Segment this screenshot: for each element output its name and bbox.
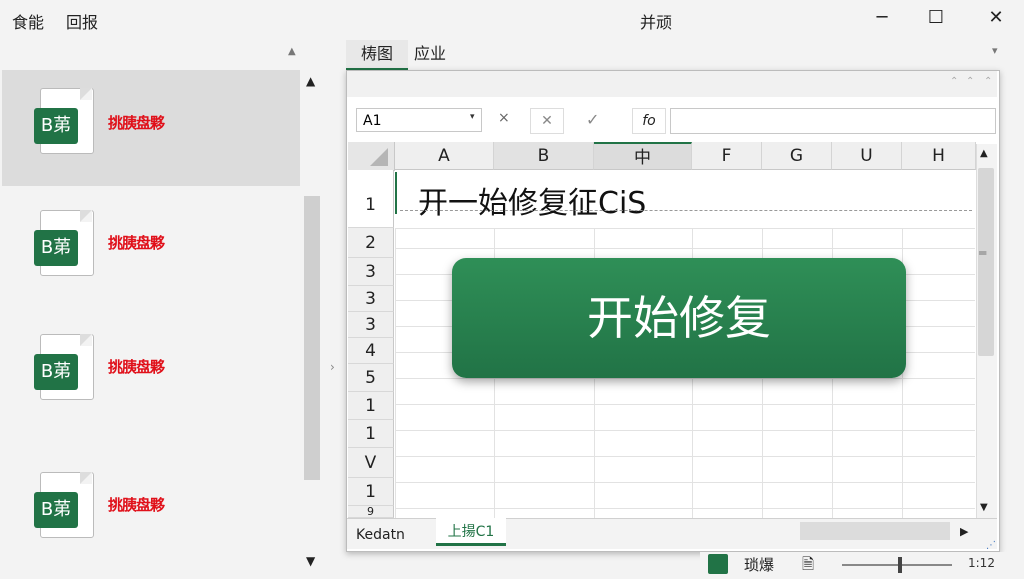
scroll-down-icon[interactable]: ▼ <box>306 554 315 568</box>
row-header[interactable]: V <box>348 448 394 478</box>
row-header[interactable]: 3 <box>348 258 394 286</box>
name-box[interactable]: A1 <box>356 108 482 132</box>
row-header[interactable]: 1 <box>348 478 394 506</box>
maximize-button[interactable]: ☐ <box>916 6 956 30</box>
cell-dotted-border <box>400 210 972 211</box>
column-header-a[interactable]: A <box>395 142 494 170</box>
tab-app[interactable]: 应业 <box>410 40 450 68</box>
ribbon-options-icon[interactable]: ▾ <box>992 44 998 57</box>
scroll-down-icon[interactable]: ▼ <box>980 502 988 513</box>
scroll-grip-icon[interactable]: ═ <box>979 246 986 260</box>
select-all-triangle-icon <box>370 148 388 166</box>
view-label[interactable]: 琐爆 <box>744 554 774 575</box>
column-header-c[interactable]: 中 <box>594 142 692 170</box>
workbook-control-icon[interactable]: ⌃ <box>966 76 974 87</box>
workbook-control-icon[interactable]: ⌃ <box>950 76 958 87</box>
column-header-b[interactable]: B <box>494 142 594 170</box>
row-header[interactable]: 5 <box>348 364 394 392</box>
row-header[interactable]: 3 <box>348 286 394 312</box>
pane-splitter-handle[interactable]: › <box>330 360 335 374</box>
active-cell-indicator <box>395 172 397 214</box>
row-header[interactable]: 1 <box>348 420 394 448</box>
close-button[interactable]: ✕ <box>976 6 1016 30</box>
workbook-control-icon[interactable]: ⌃ <box>984 76 992 87</box>
collapse-up-icon[interactable]: ▲ <box>288 46 296 57</box>
row-header-1[interactable]: 1 <box>348 170 394 228</box>
vertical-scroll-thumb[interactable] <box>978 168 994 356</box>
file-name: 挑胰盘夥 <box>108 114 165 132</box>
column-header-f[interactable]: F <box>692 142 762 170</box>
excel-file-icon: B苐 <box>34 88 94 154</box>
cancel-entry-button[interactable]: ✕ <box>530 108 564 134</box>
column-header-g[interactable]: G <box>762 142 832 170</box>
row-header[interactable]: 9 <box>348 506 394 518</box>
file-name: 挑胰盘夥 <box>108 234 165 252</box>
confirm-entry-icon[interactable]: ✓ <box>586 110 599 129</box>
file-name: 挑胰盘夥 <box>108 496 165 514</box>
menu-item-left[interactable]: 食能 <box>12 9 44 33</box>
separator-x-icon: × <box>498 110 510 126</box>
zoom-slider[interactable] <box>842 564 952 566</box>
sheet-tab-active[interactable]: 上揚C1 <box>436 518 506 546</box>
excel-file-icon: B苐 <box>34 472 94 538</box>
row-header[interactable]: 1 <box>348 392 394 420</box>
excel-file-icon: B苐 <box>34 210 94 276</box>
scroll-up-icon[interactable]: ▲ <box>306 74 315 88</box>
column-header-u[interactable]: U <box>832 142 902 170</box>
zoom-slider-thumb[interactable] <box>898 557 902 573</box>
file-list-scroll-thumb[interactable] <box>304 196 320 480</box>
insert-function-button[interactable]: fo <box>632 108 666 134</box>
row-header[interactable]: 3 <box>348 312 394 338</box>
row-header[interactable]: 2 <box>348 228 394 258</box>
cell-a1-text[interactable]: 开一始修复征CiS <box>418 178 646 222</box>
row-header[interactable]: 4 <box>348 338 394 364</box>
start-repair-button[interactable]: 开始修复 <box>452 258 906 378</box>
menu-item-right[interactable]: 回报 <box>66 9 98 33</box>
scroll-right-icon[interactable]: ▶ <box>960 525 968 538</box>
minimize-button[interactable]: ─ <box>862 6 902 30</box>
tab-view[interactable]: 梼图 <box>346 40 408 70</box>
formula-bar-input[interactable] <box>670 108 996 134</box>
normal-view-icon[interactable] <box>708 554 728 574</box>
horizontal-scrollbar[interactable] <box>800 522 950 540</box>
resize-grip-icon[interactable]: ⋰ <box>986 540 996 551</box>
workbook-titlebar <box>347 71 997 97</box>
column-header-h[interactable]: H <box>902 142 976 170</box>
window-title: 并顽 <box>640 13 673 32</box>
zoom-level[interactable]: 1:12 <box>968 556 995 570</box>
page-layout-icon[interactable]: 🗎 <box>802 554 814 579</box>
sheet-tab[interactable]: Kedatn <box>356 527 405 543</box>
excel-file-icon: B苐 <box>34 334 94 400</box>
scroll-up-icon[interactable]: ▲ <box>980 148 988 159</box>
chevron-down-icon[interactable]: ▾ <box>470 112 475 122</box>
file-name: 挑胰盘夥 <box>108 358 165 376</box>
